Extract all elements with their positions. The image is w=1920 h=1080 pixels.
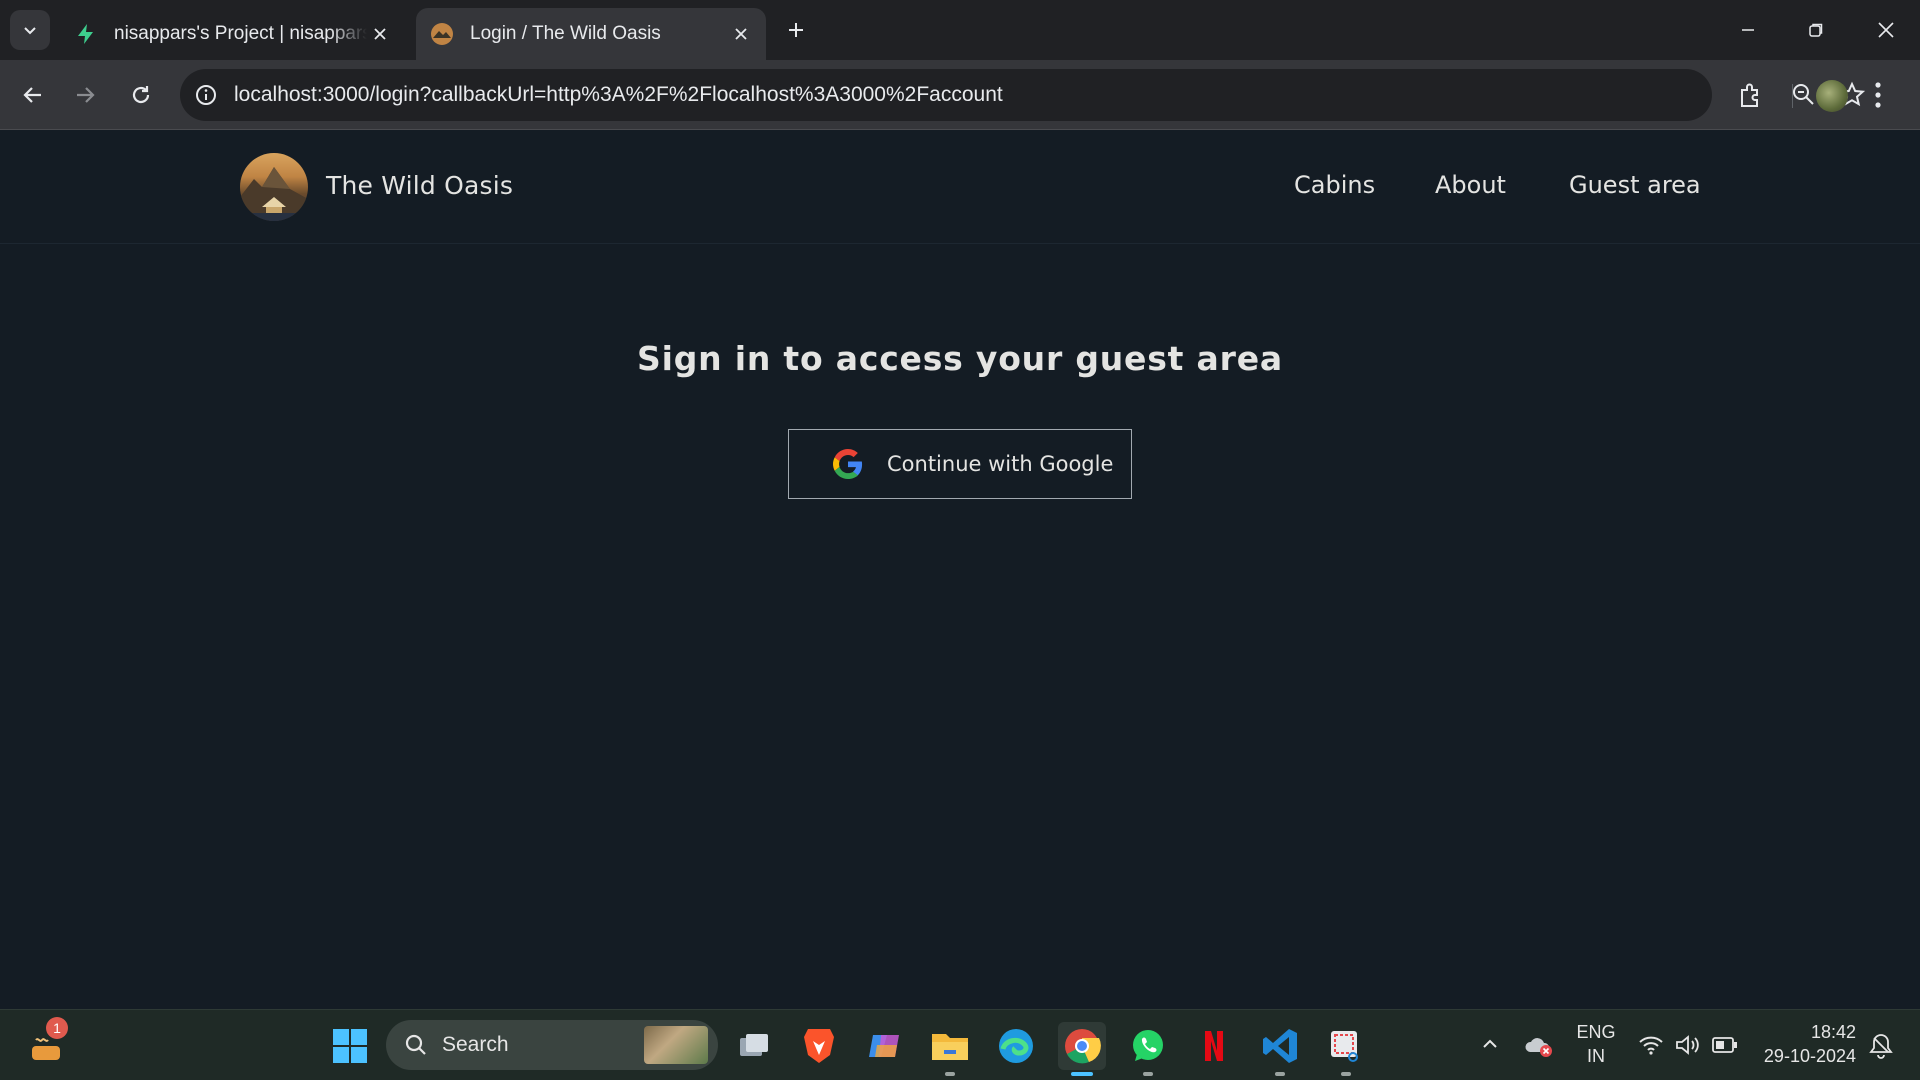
windows-logo-icon: [333, 1029, 367, 1063]
widgets-button[interactable]: 1: [22, 1017, 70, 1070]
url-path: :3000/login?callbackUrl=http%3A%2F%2Floc…: [316, 83, 1003, 106]
profile-avatar[interactable]: [1816, 80, 1848, 112]
task-view-icon: [740, 1034, 768, 1056]
taskbar-search-box[interactable]: Search: [386, 1020, 718, 1070]
whatsapp-icon: [1133, 1030, 1163, 1061]
running-indicator: [1341, 1072, 1351, 1076]
clock-date[interactable]: 29-10-2024: [1756, 1046, 1856, 1067]
show-hidden-icons-chevron-up-icon[interactable]: [1480, 1034, 1500, 1059]
address-bar[interactable]: localhost:3000/login?callbackUrl=http%3A…: [180, 69, 1866, 121]
language-indicator-bottom[interactable]: IN: [1576, 1046, 1616, 1067]
search-highlight-image: [644, 1026, 708, 1064]
chrome-icon: [1065, 1029, 1101, 1064]
browser-tab-strip: nisappars's Project | nisappars's Login …: [0, 0, 1920, 60]
restore-icon: [1809, 23, 1823, 37]
arrow-left-icon: [23, 87, 41, 103]
mountain-cabin-icon: [240, 167, 308, 221]
close-tab-icon[interactable]: [367, 21, 393, 47]
arrow-right-icon: [77, 87, 95, 103]
login-heading: Sign in to access your guest area: [637, 339, 1283, 378]
minimize-icon: [1742, 29, 1754, 31]
taskbar-netflix[interactable]: [1190, 1022, 1238, 1070]
browser-toolbar: localhost:3000/login?callbackUrl=http%3A…: [0, 60, 1920, 130]
search-icon: [405, 1034, 426, 1055]
chevron-down-icon: [24, 27, 36, 35]
notification-badge: 1: [46, 1017, 68, 1039]
vscode-icon: [1263, 1029, 1297, 1063]
url-host: localhost: [234, 83, 317, 106]
onedrive-error-icon[interactable]: [1524, 1032, 1554, 1063]
taskbar-task-view[interactable]: [730, 1022, 778, 1070]
nav-link-cabins[interactable]: Cabins: [1294, 171, 1375, 199]
window-minimize-button[interactable]: [1714, 0, 1782, 60]
windows-taskbar: 1 Search ENG IN 18:42 29-10-2024: [0, 1009, 1920, 1080]
window-restore-button[interactable]: [1782, 0, 1850, 60]
kebab-menu-icon[interactable]: [1874, 80, 1882, 115]
language-indicator-top[interactable]: ENG: [1576, 1022, 1616, 1043]
brave-lion-icon: [804, 1029, 834, 1063]
site-name[interactable]: The Wild Oasis: [326, 171, 513, 200]
plus-icon: [789, 23, 803, 37]
running-indicator: [945, 1072, 955, 1076]
toolbar-divider: [1792, 84, 1793, 108]
nav-link-about[interactable]: About: [1435, 171, 1506, 199]
taskbar-brave[interactable]: [795, 1022, 843, 1070]
taskbar-whatsapp[interactable]: [1124, 1022, 1172, 1076]
taskbar-snipping-tool[interactable]: [1322, 1022, 1370, 1076]
back-button[interactable]: [12, 74, 54, 116]
running-indicator: [1275, 1072, 1285, 1076]
battery-icon[interactable]: [1712, 1036, 1738, 1059]
volume-icon[interactable]: [1674, 1034, 1702, 1061]
reload-button[interactable]: [120, 74, 162, 116]
netflix-icon: [1205, 1031, 1223, 1061]
continue-with-google-button[interactable]: Continue with Google: [788, 429, 1132, 499]
snipping-tool-icon: [1331, 1031, 1358, 1062]
taskbar-edge[interactable]: [992, 1022, 1040, 1070]
taskbar-copilot[interactable]: [860, 1022, 908, 1070]
close-icon: [1878, 22, 1894, 38]
taskbar-chrome[interactable]: [1058, 1022, 1106, 1076]
supabase-favicon-icon: [74, 22, 98, 46]
active-indicator: [1071, 1072, 1093, 1076]
web-page: The Wild Oasis Cabins About Guest area S…: [0, 131, 1920, 1009]
tab-title: nisappars's Project | nisappars's: [114, 23, 367, 44]
notification-center-bell-icon[interactable]: [1868, 1032, 1894, 1065]
tab-search-button[interactable]: [10, 10, 50, 50]
browser-tab-inactive[interactable]: nisappars's Project | nisappars's: [60, 8, 405, 60]
wild-oasis-favicon-icon: [430, 22, 454, 46]
google-g-icon: [833, 449, 863, 479]
wifi-icon[interactable]: [1638, 1034, 1664, 1061]
nav-link-guest-area[interactable]: Guest area: [1569, 171, 1701, 199]
browser-tab-active[interactable]: Login / The Wild Oasis: [416, 8, 766, 60]
clock-time[interactable]: 18:42: [1756, 1022, 1856, 1043]
taskbar-vscode[interactable]: [1256, 1022, 1304, 1076]
url-text: localhost:3000/login?callbackUrl=http%3A…: [234, 83, 1003, 107]
taskbar-file-explorer[interactable]: [926, 1022, 974, 1076]
window-close-button[interactable]: [1852, 0, 1920, 60]
close-tab-icon[interactable]: [728, 21, 754, 47]
extensions-puzzle-icon[interactable]: [1737, 82, 1765, 115]
folder-icon: [932, 1034, 968, 1060]
reload-icon: [132, 86, 150, 104]
edge-icon: [999, 1029, 1033, 1063]
site-header: The Wild Oasis Cabins About Guest area: [0, 131, 1920, 244]
site-logo[interactable]: [240, 153, 308, 221]
tab-title: Login / The Wild Oasis: [470, 23, 661, 44]
zoom-icon[interactable]: [1790, 81, 1818, 114]
forward-button[interactable]: [64, 74, 106, 116]
running-indicator: [1143, 1072, 1153, 1076]
search-label: Search: [442, 1033, 509, 1056]
site-info-icon[interactable]: [180, 69, 232, 121]
copilot-icon: [869, 1035, 899, 1057]
new-tab-button[interactable]: [778, 12, 814, 48]
google-button-label: Continue with Google: [887, 452, 1114, 476]
start-button[interactable]: [326, 1022, 374, 1070]
